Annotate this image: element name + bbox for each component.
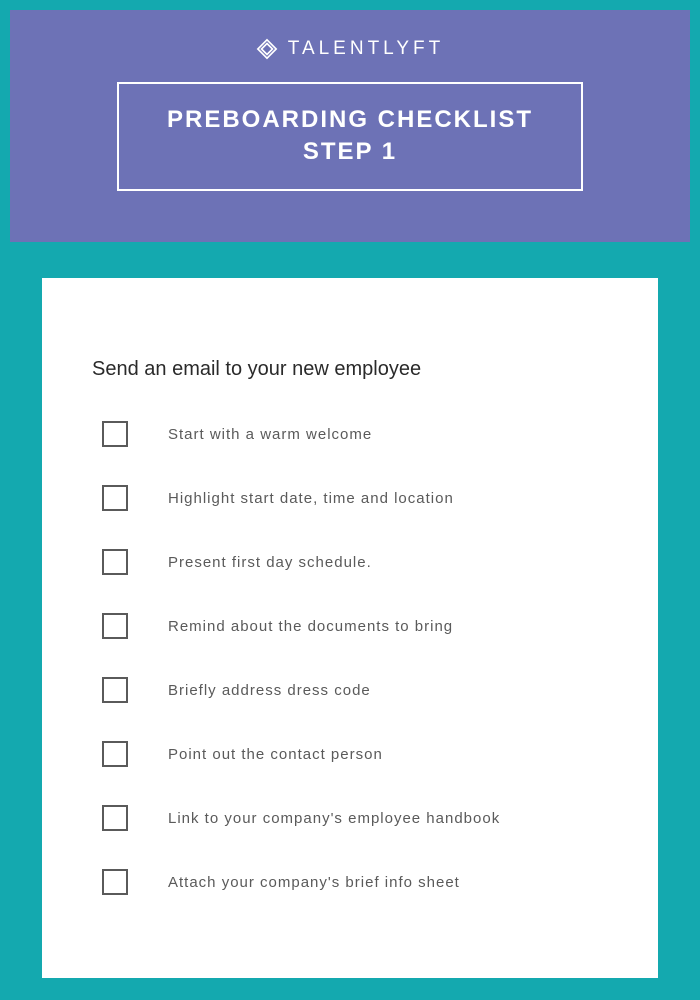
item-label: Remind about the documents to bring [168, 618, 453, 635]
title-line-2: STEP 1 [167, 136, 533, 168]
logo-row: TALENTLYFT [256, 38, 444, 60]
checkbox[interactable] [102, 485, 128, 511]
item-label: Start with a warm welcome [168, 426, 372, 443]
checkbox[interactable] [102, 677, 128, 703]
section-heading: Send an email to your new employee [92, 358, 608, 381]
item-label: Point out the contact person [168, 746, 383, 763]
list-item: Remind about the documents to bring [92, 613, 608, 639]
item-label: Link to your company's employee handbook [168, 810, 500, 827]
checkbox[interactable] [102, 613, 128, 639]
list-item: Link to your company's employee handbook [92, 805, 608, 831]
checkbox[interactable] [102, 805, 128, 831]
item-label: Attach your company's brief info sheet [168, 874, 460, 891]
brand-name: TALENTLYFT [288, 38, 444, 60]
checkbox[interactable] [102, 549, 128, 575]
content-card: Send an email to your new employee Start… [42, 278, 658, 978]
brand-diamond-icon [256, 38, 278, 60]
title-box: PREBOARDING CHECKLIST STEP 1 [117, 82, 583, 191]
header-banner: TALENTLYFT PREBOARDING CHECKLIST STEP 1 [10, 10, 690, 242]
title-line-1: PREBOARDING CHECKLIST [167, 104, 533, 136]
item-label: Highlight start date, time and location [168, 490, 454, 507]
list-item: Present first day schedule. [92, 549, 608, 575]
checkbox[interactable] [102, 869, 128, 895]
list-item: Attach your company's brief info sheet [92, 869, 608, 895]
checkbox[interactable] [102, 741, 128, 767]
item-label: Briefly address dress code [168, 682, 371, 699]
list-item: Point out the contact person [92, 741, 608, 767]
list-item: Briefly address dress code [92, 677, 608, 703]
checkbox[interactable] [102, 421, 128, 447]
item-label: Present first day schedule. [168, 554, 372, 571]
list-item: Start with a warm welcome [92, 421, 608, 447]
list-item: Highlight start date, time and location [92, 485, 608, 511]
